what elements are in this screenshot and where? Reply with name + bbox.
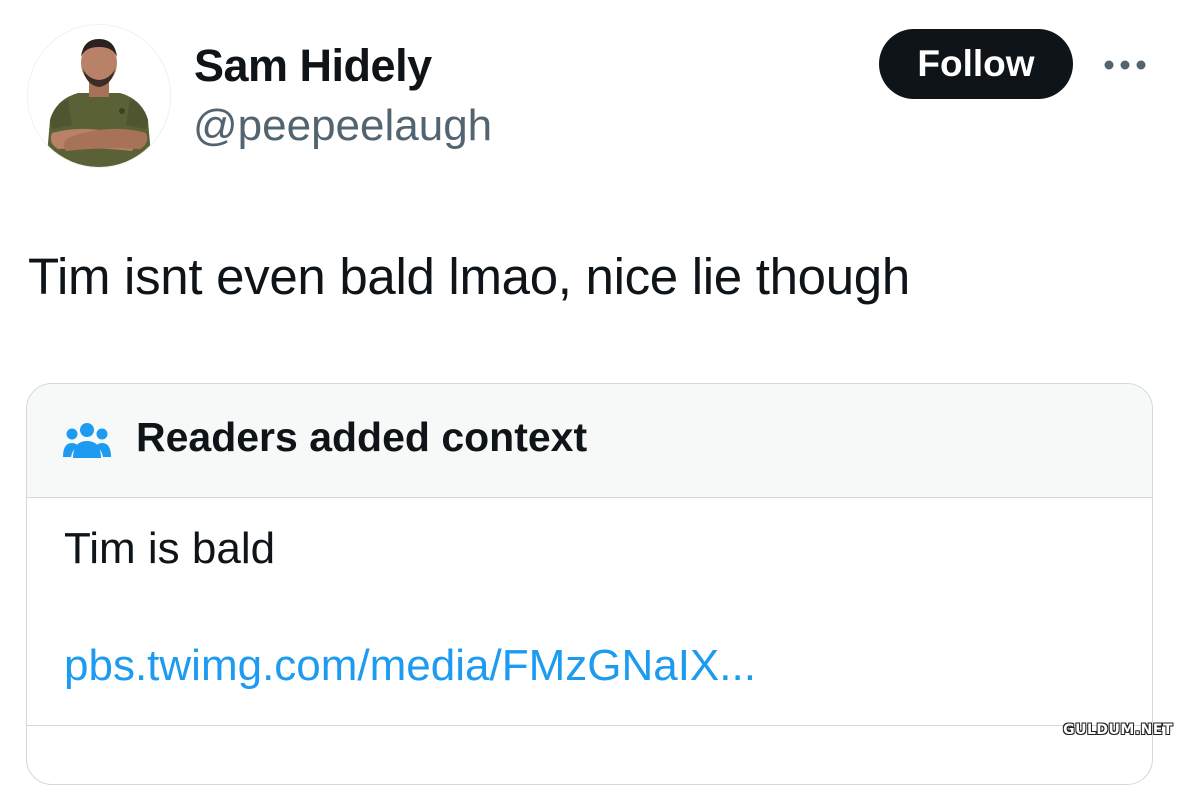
community-note-header: Readers added context: [27, 384, 1152, 498]
avatar[interactable]: [27, 24, 171, 168]
ellipsis-icon: [1104, 60, 1146, 70]
avatar-photo: [28, 25, 170, 167]
follow-button[interactable]: Follow: [879, 29, 1073, 99]
author-handle[interactable]: @peepeelaugh: [193, 101, 492, 151]
readers-group-icon: [63, 423, 111, 458]
divider: [27, 725, 1152, 726]
more-options-button[interactable]: [1100, 52, 1150, 78]
author-display-name[interactable]: Sam Hidely: [194, 40, 432, 92]
community-note-body: Tim is bald: [64, 524, 276, 573]
community-note-title: Readers added context: [136, 414, 588, 460]
community-note-link[interactable]: pbs.twimg.com/media/FMzGNaIX...: [64, 641, 756, 691]
tweet-text: Tim isnt even bald lmao, nice lie though: [28, 248, 910, 305]
community-note-card: Readers added context Tim is bald pbs.tw…: [26, 383, 1153, 785]
watermark: GULDUM.NET: [1063, 722, 1173, 738]
